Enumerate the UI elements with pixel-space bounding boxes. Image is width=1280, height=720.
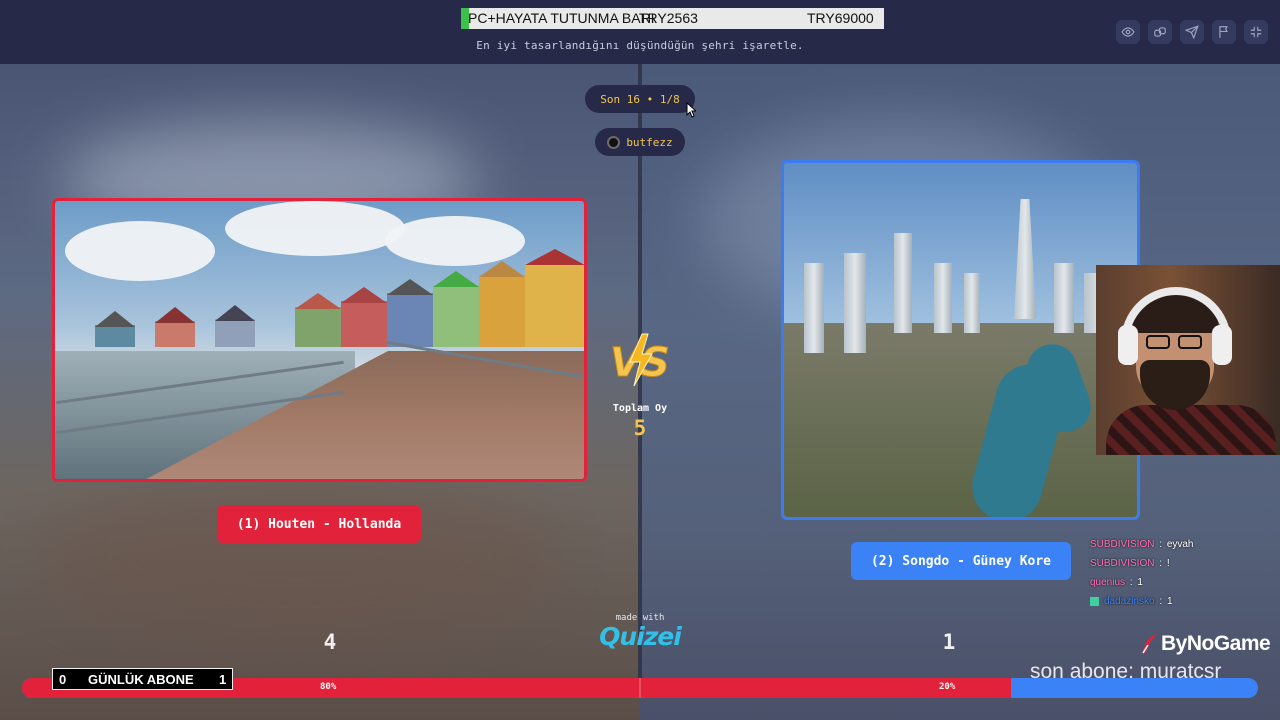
collapse-icon[interactable]	[1244, 20, 1268, 44]
progress-midline	[639, 678, 641, 698]
daily-sub-right: 1	[219, 672, 227, 687]
user-badge: butfezz	[595, 128, 685, 156]
webcam-overlay	[1096, 265, 1280, 455]
daily-sub-left: 0	[59, 672, 67, 687]
votes-left: 4	[323, 630, 337, 654]
option-right-label[interactable]: (2) Songdo - Güney Kore	[851, 542, 1071, 580]
stream-chat: SUBDIVISION : eyvah SUBDIVISION : ! quen…	[1090, 535, 1194, 611]
house	[433, 271, 479, 347]
option-left-image[interactable]	[52, 198, 587, 482]
link-icon[interactable]	[1148, 20, 1172, 44]
option-left-label[interactable]: (1) Houten - Hollanda	[217, 505, 421, 543]
send-icon[interactable]	[1180, 20, 1204, 44]
skyscraper	[934, 263, 952, 333]
ticker-current: TRY2563	[639, 10, 698, 26]
donation-ticker: PC+HAYATA TUTUNMA BARI TRY2563 TRY69000	[461, 8, 884, 29]
skyscraper	[964, 273, 980, 333]
cloud	[385, 216, 525, 266]
chat-badge-icon	[1090, 597, 1099, 606]
channel-logo: ByNoGame	[1141, 632, 1271, 656]
eye-icon[interactable]	[1116, 20, 1140, 44]
votes-right: 1	[942, 630, 956, 654]
username: butfezz	[626, 135, 673, 149]
versus-icon: VS	[610, 333, 670, 387]
avatar	[607, 135, 621, 149]
total-votes-label: Toplam Oy	[612, 403, 668, 414]
mouse-cursor-icon	[686, 102, 696, 118]
house	[295, 293, 341, 347]
ticker-goal-name: PC+HAYATA TUTUNMA BARI	[468, 10, 655, 26]
daily-sub-counter: 0 GÜNLÜK ABONE 1	[52, 668, 233, 690]
chat-message: quenius : 1	[1090, 577, 1143, 588]
chat-message: dadazinsko : 1	[1090, 592, 1194, 611]
brand-logo[interactable]: Quizei	[590, 622, 690, 651]
round-indicator: Son 16 • 1/8	[585, 85, 695, 113]
house	[95, 311, 135, 347]
skyscraper	[894, 233, 912, 333]
ticker-target: TRY69000	[807, 10, 874, 26]
daily-sub-label: GÜNLÜK ABONE	[88, 672, 194, 687]
flag-icon[interactable]	[1212, 20, 1236, 44]
percent-left: 80%	[320, 682, 337, 692]
house	[215, 305, 255, 347]
chat-message: SUBDIVISION : !	[1090, 558, 1170, 569]
skyscraper	[804, 263, 824, 353]
chat-message: SUBDIVISION : eyvah	[1090, 539, 1194, 550]
house	[155, 307, 195, 347]
house	[525, 249, 584, 347]
house	[479, 261, 525, 347]
background-blur	[40, 480, 560, 640]
cloud	[65, 221, 215, 281]
house	[387, 279, 433, 347]
total-votes-value: 5	[633, 416, 647, 440]
page-subtitle: En iyi tasarlandığını düşündüğün şehri i…	[476, 39, 804, 52]
skyscraper	[1054, 263, 1074, 333]
feather-icon	[1142, 634, 1157, 654]
option-right-image[interactable]	[781, 160, 1140, 520]
percent-right: 20%	[939, 682, 956, 692]
cloud	[225, 201, 405, 256]
toolbar	[1116, 20, 1268, 44]
skyscraper	[844, 253, 866, 353]
house	[341, 287, 387, 347]
